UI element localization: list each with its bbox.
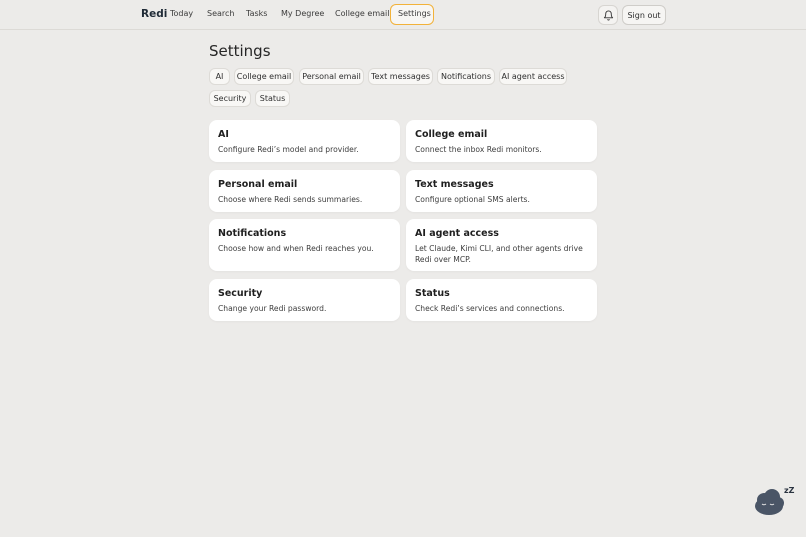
sleeping-cloud-icon: zZ <box>755 486 795 515</box>
card-notifications[interactable]: Notifications Choose how and when Redi r… <box>209 219 400 271</box>
card-description: Check Redi’s services and connections. <box>415 304 565 313</box>
card-title: Status <box>415 288 450 299</box>
card-title: Security <box>218 288 263 299</box>
zz-text: zZ <box>784 486 795 495</box>
card-title: Text messages <box>415 179 494 190</box>
card-ai-agent-access[interactable]: AI agent access Let Claude, Kimi CLI, an… <box>406 219 597 271</box>
tab-ai-agent-access[interactable]: AI agent access <box>499 68 567 85</box>
bell-icon <box>603 10 613 21</box>
tab-status[interactable]: Status <box>255 90 290 107</box>
card-status[interactable]: Status Check Redi’s services and connect… <box>406 279 597 321</box>
card-title: AI <box>218 129 229 140</box>
tab-notifications[interactable]: Notifications <box>437 68 495 85</box>
page-title: Settings <box>209 42 271 60</box>
mascot-assistant[interactable]: zZ <box>752 484 796 516</box>
tab-personal-email[interactable]: Personal email <box>299 68 364 85</box>
nav-settings[interactable]: Settings <box>398 9 431 18</box>
sign-out-button[interactable]: Sign out <box>622 5 666 25</box>
card-ai[interactable]: AI Configure Redi’s model and provider. <box>209 120 400 162</box>
card-description: Configure optional SMS alerts. <box>415 195 530 204</box>
nav-college-email[interactable]: College email <box>335 9 389 18</box>
card-title: Notifications <box>218 228 287 239</box>
card-description: Let Claude, Kimi CLI, and other agents d… <box>415 244 583 264</box>
notifications-button[interactable] <box>598 5 618 25</box>
nav-my-degree[interactable]: My Degree <box>281 9 324 18</box>
card-description: Change your Redi password. <box>218 304 327 313</box>
card-description: Configure Redi’s model and provider. <box>218 145 359 154</box>
card-security[interactable]: Security Change your Redi password. <box>209 279 400 321</box>
nav-tasks[interactable]: Tasks <box>246 9 267 18</box>
top-nav: Redi Today Search Tasks My Degree Colleg… <box>0 0 806 30</box>
brand-logo[interactable]: Redi <box>141 8 167 20</box>
tab-college-email[interactable]: College email <box>234 68 294 85</box>
tab-text-messages[interactable]: Text messages <box>368 68 433 85</box>
card-description: Connect the inbox Redi monitors. <box>415 145 542 154</box>
tab-ai[interactable]: AI <box>209 68 230 85</box>
card-description: Choose how and when Redi reaches you. <box>218 244 374 253</box>
card-description: Choose where Redi sends summaries. <box>218 195 363 204</box>
nav-today[interactable]: Today <box>170 9 193 18</box>
card-college-email[interactable]: College email Connect the inbox Redi mon… <box>406 120 597 162</box>
card-title: Personal email <box>218 179 298 190</box>
tab-security[interactable]: Security <box>209 90 251 107</box>
nav-search[interactable]: Search <box>207 9 234 18</box>
card-personal-email[interactable]: Personal email Choose where Redi sends s… <box>209 170 400 212</box>
card-title: College email <box>415 129 488 140</box>
card-text-messages[interactable]: Text messages Configure optional SMS ale… <box>406 170 597 212</box>
card-title: AI agent access <box>415 228 499 239</box>
